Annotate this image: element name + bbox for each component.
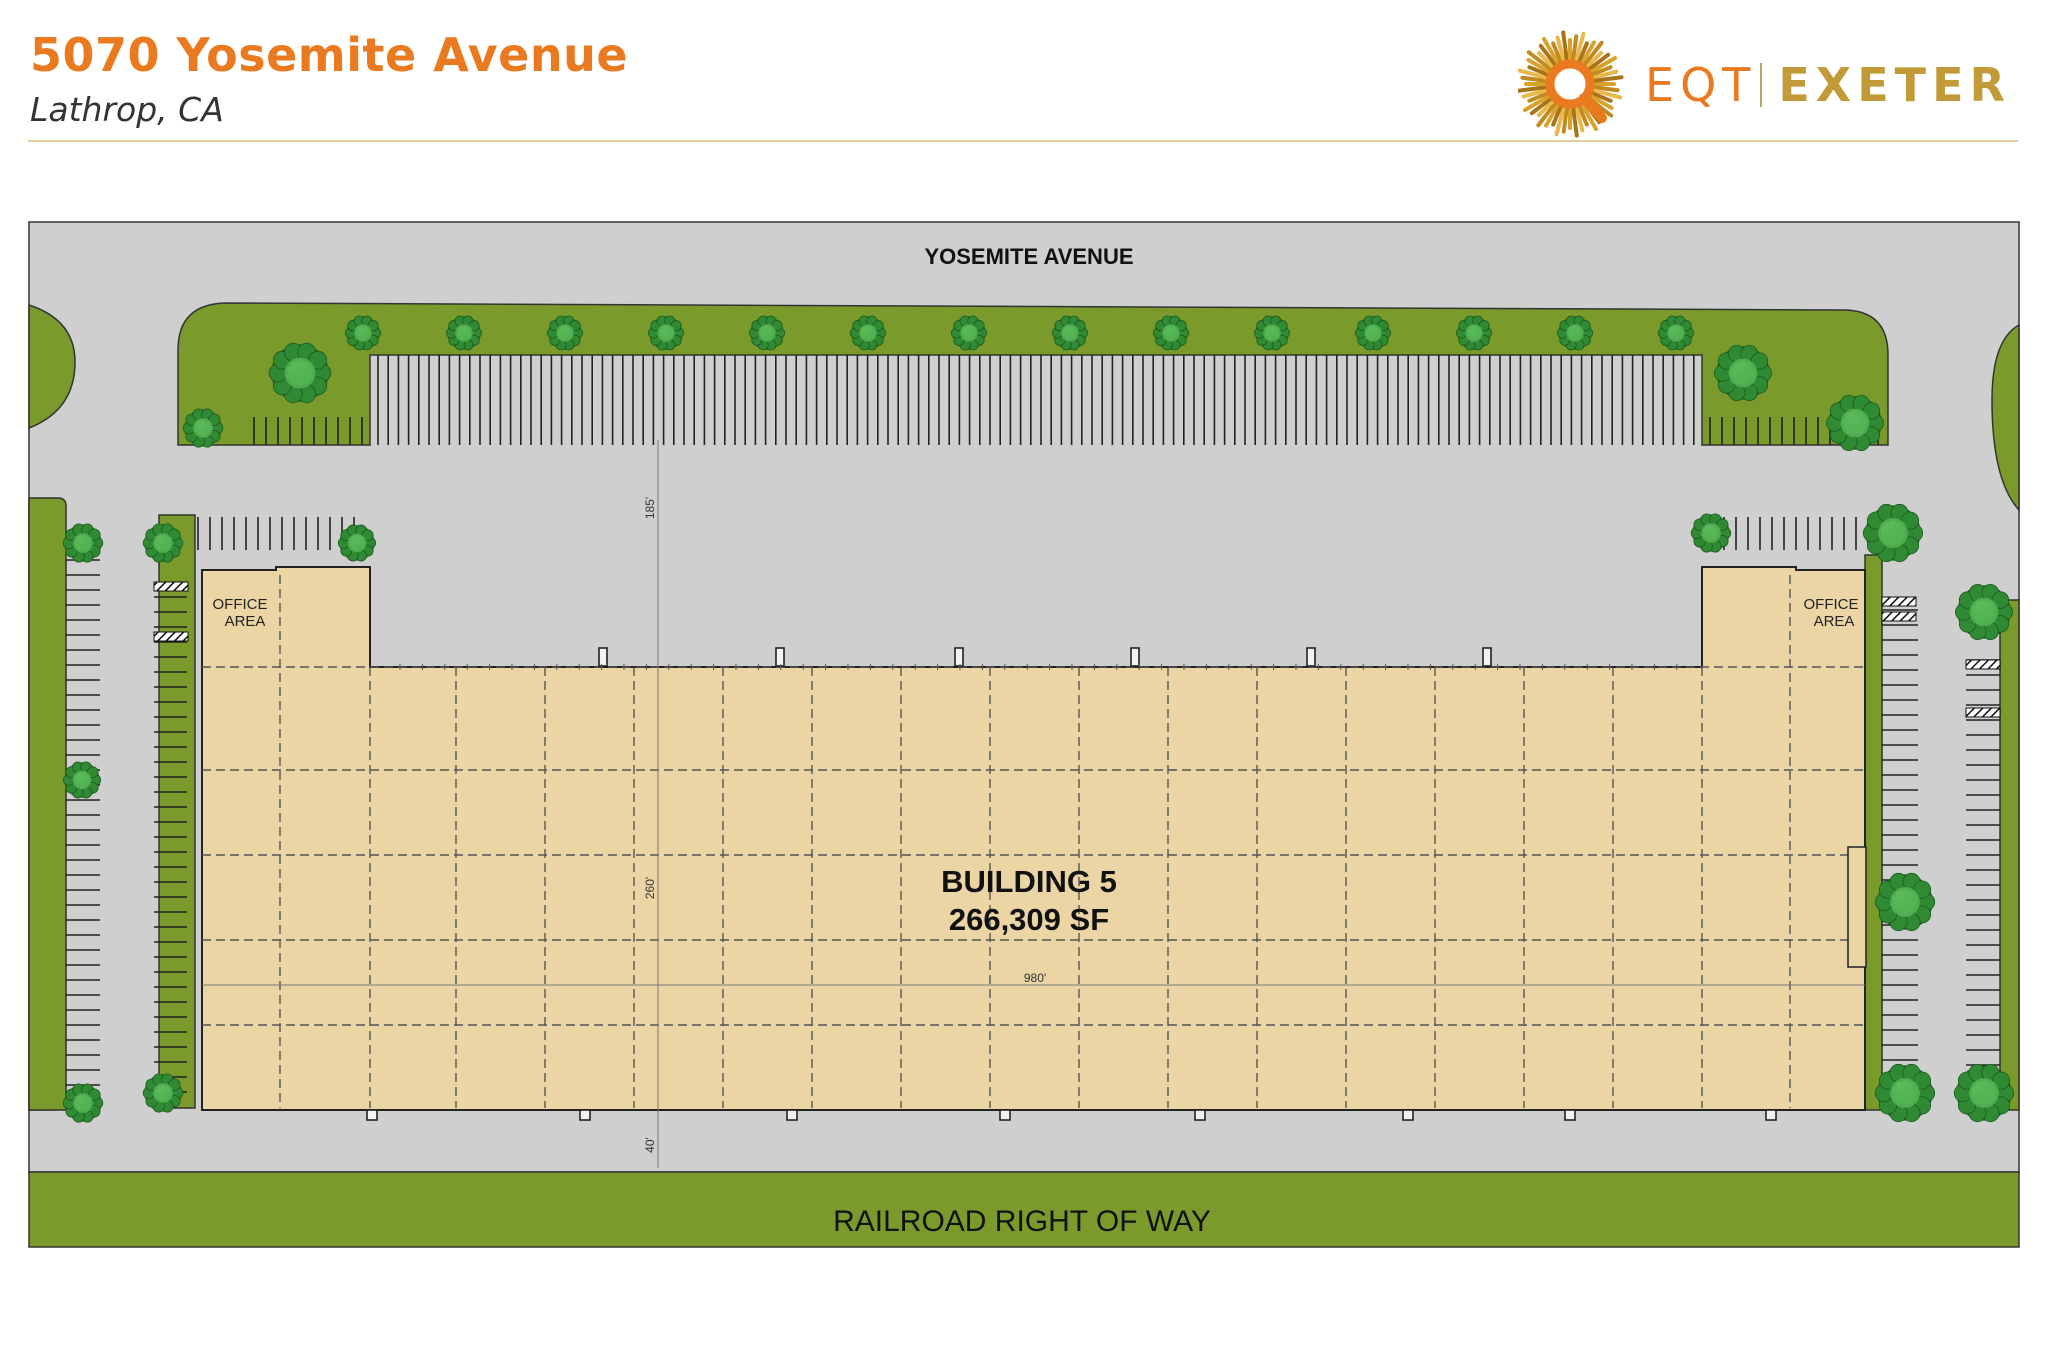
dimension-setback-south: 40': [643, 1137, 657, 1153]
building-name: BUILDING 5: [941, 864, 1117, 899]
west-landscape-strip: [28, 497, 67, 1111]
east-landscape-strip: [1999, 599, 2020, 1111]
office-area-left-line1: OFFICE: [213, 596, 268, 613]
office-area-right-line1: OFFICE: [1804, 596, 1859, 613]
east-inner-landscape: [1864, 554, 1883, 1111]
office-area-right-line2: AREA: [1814, 613, 1855, 630]
dimension-depth: 260': [643, 877, 657, 899]
site-plan: YOSEMITE AVENUE BUILDING 5 266,309 SF OF…: [28, 221, 2020, 1248]
railroad-label: RAILROAD RIGHT OF WAY: [833, 1205, 1211, 1238]
dimension-length: 980': [1024, 971, 1046, 985]
office-area-left-line2: AREA: [225, 613, 266, 630]
street-label: YOSEMITE AVENUE: [924, 244, 1133, 269]
west-inner-landscape: [158, 514, 196, 1109]
building-area: 266,309 SF: [949, 902, 1109, 937]
dimension-setback-north: 185': [643, 497, 657, 519]
